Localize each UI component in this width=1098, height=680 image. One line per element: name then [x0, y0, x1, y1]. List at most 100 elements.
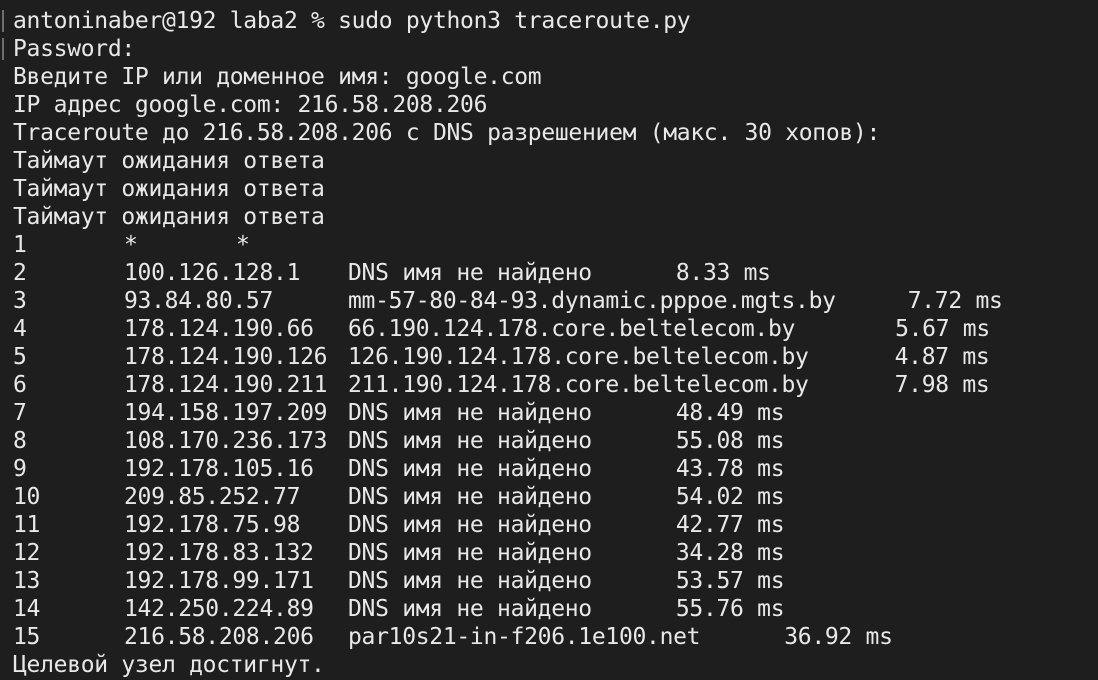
hop-ip-address: 178.124.190.126 — [124, 344, 328, 370]
column-gap — [795, 315, 895, 343]
line-marker — [2, 38, 4, 60]
hop-response-time: 43.78 ms — [675, 456, 785, 482]
column-gap — [700, 623, 784, 651]
column-gap — [592, 539, 676, 567]
column-gap — [836, 287, 908, 315]
hop-row: 11 192.178.75.98 DNS имя не найдено 42.77 m… — [0, 511, 1098, 539]
hop-hostname: DNS имя не найдено — [348, 568, 592, 594]
hop-number: 6 — [13, 372, 27, 398]
line-marker — [2, 10, 4, 32]
hop-number: 2 — [13, 260, 27, 286]
hop-hostname: 126.190.124.178.core.beltelecom.by — [348, 344, 809, 370]
hop-ip-address: 178.124.190.211 — [124, 372, 328, 398]
hop-response-time: 7.72 ms — [907, 288, 1003, 314]
final-status-line: Целевой узел достигнут. — [13, 652, 325, 678]
hop-hostname: DNS имя не найдено — [348, 540, 592, 566]
hop-row: 9 192.178.105.16 DNS имя не найдено 43.78 m… — [0, 455, 1098, 483]
hop-number: 7 — [13, 400, 27, 426]
hop-ip-address: 93.84.80.57 — [124, 288, 274, 314]
hop-hostname: 66.190.124.178.core.beltelecom.by — [348, 316, 796, 342]
hop-hostname: DNS имя не найдено — [348, 400, 592, 426]
hop-hostname: DNS имя не найдено — [348, 484, 592, 510]
hop-ip-address: 142.250.224.89 — [124, 596, 314, 622]
hop-response-time: 42.77 ms — [675, 512, 785, 538]
hop-timeout-star: * — [124, 232, 138, 258]
hop-response-time: 4.87 ms — [894, 344, 990, 370]
hop-response-time: 55.08 ms — [675, 428, 785, 454]
hop-hostname: DNS имя не найдено — [348, 456, 592, 482]
hop-number: 15 — [13, 624, 41, 650]
hop-ip-address: 194.158.197.209 — [124, 400, 328, 426]
hop-row: 14 142.250.224.89 DNS имя не найдено 55.76 … — [0, 595, 1098, 623]
hop-row: 13 192.178.99.171 DNS имя не найдено 53.57 … — [0, 567, 1098, 595]
hop-row: 7 194.158.197.209 DNS имя не найдено 48.49 … — [0, 399, 1098, 427]
hop-number: 5 — [13, 344, 27, 370]
hop-hostname: DNS имя не найдено — [348, 596, 592, 622]
hop-hostname: par10s21-in-f206.1e100.net — [348, 624, 701, 650]
hop-response-time: 8.33 ms — [675, 260, 771, 286]
hop-row: 6 178.124.190.211 211.190.124.178.core.bel… — [0, 371, 1098, 399]
hop-row: 10 209.85.252.77 DNS имя не найдено 54.02 m… — [0, 483, 1098, 511]
command-prompt-line: antoninaber@192 laba2 % sudo python3 tra… — [13, 8, 691, 34]
hop-hostname: DNS имя не найдено — [348, 512, 592, 538]
hop-ip-address: 178.124.190.66 — [124, 316, 314, 342]
column-gap — [592, 259, 676, 287]
timeout-line: Таймаут ожидания ответа — [13, 148, 325, 174]
hop-number: 1 — [13, 232, 27, 258]
hop-hostname: mm-57-80-84-93.dynamic.pppoe.mgts.by — [348, 288, 836, 314]
hop-row: 12 192.178.83.132 DNS имя не найдено 34.28 … — [0, 539, 1098, 567]
terminal-window[interactable]: antoninaber@192 laba2 % sudo python3 tra… — [0, 0, 1098, 680]
hop-row: 15 216.58.208.206 par10s21-in-f206.1e100.n… — [0, 623, 1098, 651]
hop-response-time: 48.49 ms — [675, 400, 785, 426]
hops-list: 2 100.126.128.1 DNS имя не найдено 8.33 ms 3… — [0, 259, 1098, 651]
hop-timeout-star: * — [236, 232, 250, 258]
hop-hostname: 211.190.124.178.core.beltelecom.by — [348, 372, 809, 398]
traceroute-header-line: Traceroute до 216.58.208.206 с DNS разре… — [13, 120, 881, 146]
hop-row: 3 93.84.80.57 mm-57-80-84-93.dynamic.pppoe… — [0, 287, 1098, 315]
hop-number: 13 — [13, 568, 41, 594]
hop-hostname: DNS имя не найдено — [348, 428, 592, 454]
hop-row: 2 100.126.128.1 DNS имя не найдено 8.33 ms — [0, 259, 1098, 287]
hop-response-time: 5.67 ms — [895, 316, 990, 342]
hop-number: 8 — [13, 428, 27, 454]
hop-ip-address: 192.178.83.132 — [124, 540, 314, 566]
hop-response-time: 36.92 ms — [784, 624, 893, 650]
timeout-line: Таймаут ожидания ответа — [13, 204, 325, 230]
column-gap — [809, 343, 895, 371]
column-gap — [592, 511, 676, 539]
column-gap — [592, 595, 676, 623]
hop-number: 3 — [13, 288, 27, 314]
column-gap — [592, 567, 676, 595]
hop-ip-address: 108.170.236.173 — [124, 428, 328, 454]
hop-number: 10 — [13, 484, 41, 510]
hop-ip-address: 192.178.105.16 — [124, 456, 314, 482]
hop-ip-address: 100.126.128.1 — [124, 260, 301, 286]
input-prompt-line: Введите IP или доменное имя: google.com — [13, 64, 542, 90]
hop-number: 12 — [13, 540, 41, 566]
hop-number: 9 — [13, 456, 27, 482]
column-gap — [592, 455, 676, 483]
timeout-line: Таймаут ожидания ответа — [13, 176, 325, 202]
hop-ip-address: 192.178.99.171 — [124, 568, 314, 594]
column-gap — [592, 483, 676, 511]
hop-number: 14 — [13, 596, 41, 622]
hop-ip-address: 216.58.208.206 — [124, 624, 314, 650]
hop-ip-address: 192.178.75.98 — [124, 512, 301, 538]
hop-row: 8 108.170.236.173 DNS имя не найдено 55.08 … — [0, 427, 1098, 455]
hop-response-time: 54.02 ms — [675, 484, 785, 510]
column-gap — [592, 427, 676, 455]
hop-response-time: 7.98 ms — [894, 372, 990, 398]
hop-number: 4 — [13, 316, 27, 342]
hop-response-time: 55.76 ms — [675, 596, 785, 622]
hop-response-time: 34.28 ms — [675, 540, 785, 566]
hop-hostname: DNS имя не найдено — [348, 260, 592, 286]
column-gap — [592, 399, 676, 427]
password-prompt-line: Password: — [13, 36, 135, 62]
hop-number: 11 — [13, 512, 41, 538]
hop-row: 1 * * — [0, 231, 1098, 259]
column-gap — [809, 371, 895, 399]
hop-row: 5 178.124.190.126 126.190.124.178.core.bel… — [0, 343, 1098, 371]
hop-ip-address: 209.85.252.77 — [124, 484, 301, 510]
resolved-ip-line: IP адрес google.com: 216.58.208.206 — [13, 92, 488, 118]
hop-row: 4 178.124.190.66 66.190.124.178.core.belte… — [0, 315, 1098, 343]
